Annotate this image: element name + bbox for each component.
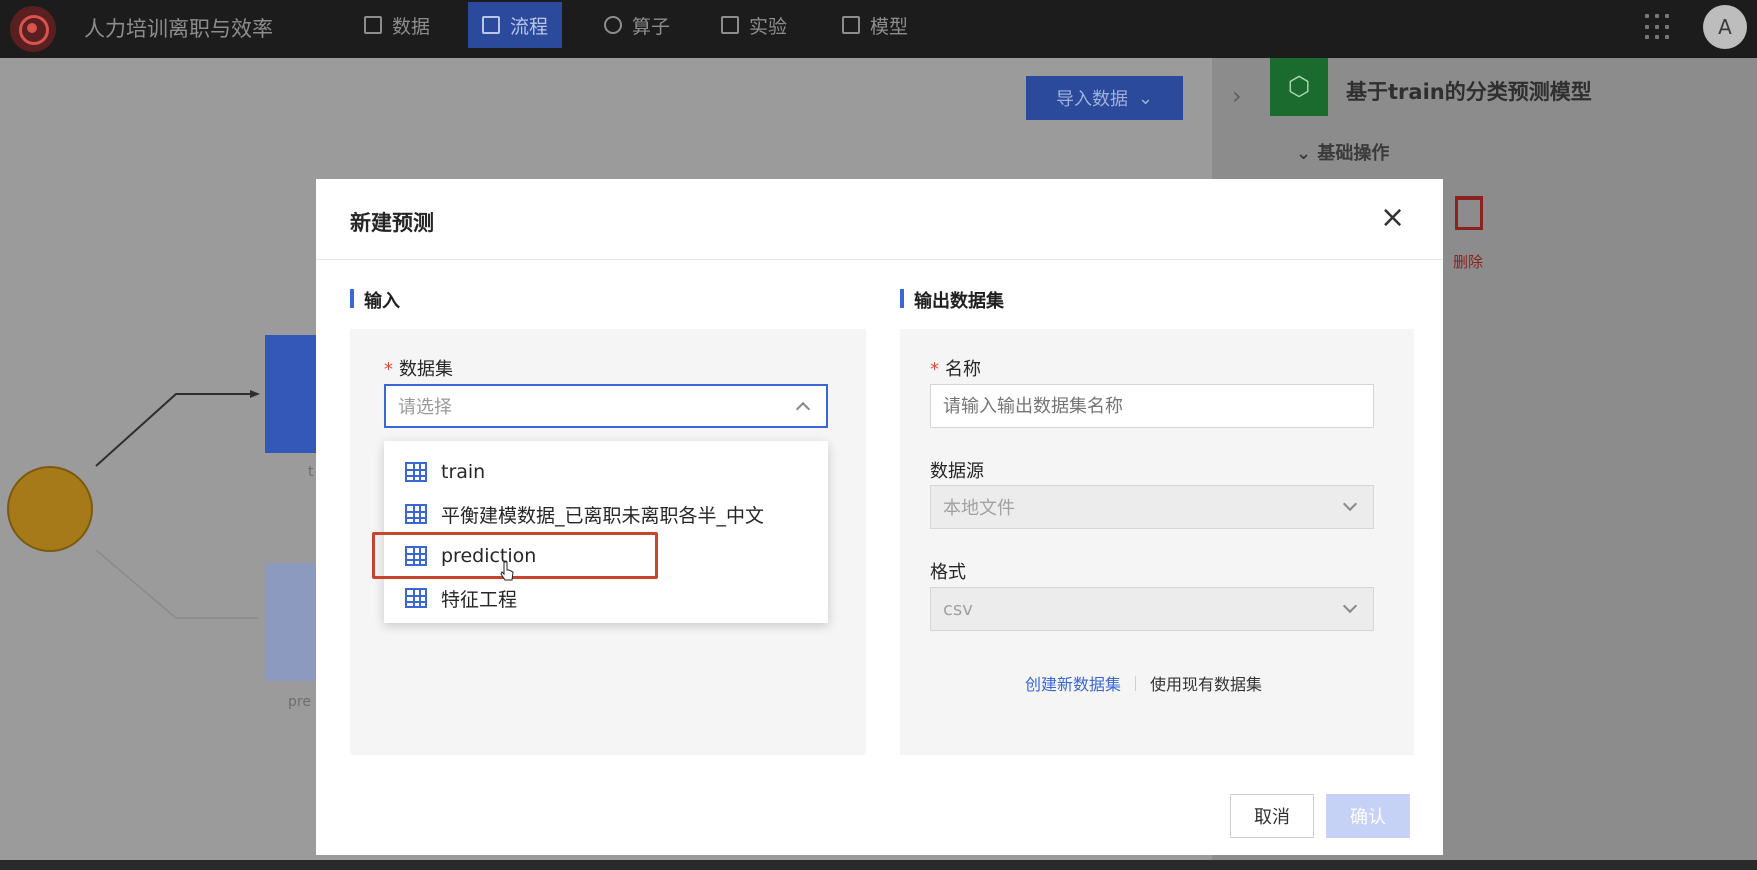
dataset-label-text: 数据集 <box>399 359 453 380</box>
option-label: 特征工程 <box>441 588 518 611</box>
dataset-option-feature-eng[interactable]: 特征工程 <box>384 577 828 619</box>
create-new-dataset-link[interactable]: 创建新数据集 <box>1025 671 1121 695</box>
nav-tab-label: 流程 <box>510 15 549 38</box>
input-section-title: 输入 <box>350 287 400 313</box>
source-select-value: 本地文件 <box>943 498 1015 519</box>
name-label-text: 名称 <box>945 359 981 380</box>
modal-header: 新建预测 × <box>316 179 1443 260</box>
section-basic-ops[interactable]: ⌄ 基础操作 <box>1296 139 1389 165</box>
cube-icon <box>721 16 739 34</box>
app-title: 人力培训离职与效率 <box>84 17 273 41</box>
node-label: pre <box>288 694 311 710</box>
import-data-button[interactable]: 导入数据 ⌄ <box>1026 76 1183 120</box>
format-select[interactable]: csv <box>930 587 1374 631</box>
dataset-label: * 数据集 <box>384 355 453 381</box>
model-node-icon[interactable] <box>7 466 93 552</box>
node-label: t <box>308 464 314 480</box>
bottom-strip <box>0 860 1757 870</box>
option-label: train <box>441 461 486 483</box>
format-label: 格式 <box>930 562 966 583</box>
required-mark: * <box>384 359 393 380</box>
nav-tab-data[interactable]: 数据 <box>350 2 444 48</box>
avatar[interactable]: A <box>1703 5 1747 49</box>
chevron-down-icon: ⌄ <box>1296 143 1312 164</box>
chevron-down-icon <box>1342 496 1358 512</box>
top-nav-bar: 人力培训离职与效率 数据 流程 算子 实验 模型 A <box>0 0 1757 58</box>
dataset-select[interactable]: 请选择 <box>384 384 828 428</box>
table-icon <box>405 504 427 524</box>
operator-icon <box>604 16 622 34</box>
chevron-down-icon <box>1342 598 1358 614</box>
dataset-select-placeholder: 请选择 <box>398 397 452 418</box>
name-label: * 名称 <box>930 355 981 381</box>
close-icon[interactable]: × <box>1380 203 1405 233</box>
section-label: 基础操作 <box>1317 143 1390 164</box>
nav-tab-label: 数据 <box>392 15 431 38</box>
nav-tab-operator[interactable]: 算子 <box>590 2 684 48</box>
chevron-down-icon: ⌄ <box>1137 87 1154 109</box>
import-data-label: 导入数据 <box>1055 89 1128 110</box>
table-icon <box>405 462 427 482</box>
nav-tab-experiment[interactable]: 实验 <box>707 2 801 48</box>
nav-tab-model[interactable]: 模型 <box>828 2 922 48</box>
apps-grid-icon[interactable] <box>1645 14 1671 40</box>
highlight-box <box>372 532 658 579</box>
dataset-mode-links: 创建新数据集 使用现有数据集 <box>1025 671 1262 695</box>
nav-tab-flow[interactable]: 流程 <box>468 2 563 48</box>
table-icon <box>364 16 382 34</box>
confirm-button[interactable]: 确认 <box>1326 794 1410 838</box>
cancel-button[interactable]: 取消 <box>1230 794 1314 838</box>
modal-title: 新建预测 <box>350 211 434 235</box>
panel-title: 基于train的分类预测模型 <box>1346 80 1592 104</box>
table-icon <box>405 588 427 608</box>
app-logo[interactable] <box>10 6 56 52</box>
dataset-option-train[interactable]: train <box>384 451 828 493</box>
nav-tab-label: 实验 <box>749 15 788 38</box>
dataset-node-train[interactable] <box>265 335 321 453</box>
output-section-title: 输出数据集 <box>900 287 1004 313</box>
nav-tab-label: 模型 <box>870 15 909 38</box>
save-icon <box>842 16 860 34</box>
flow-icon <box>482 16 500 34</box>
source-label: 数据源 <box>930 461 984 482</box>
chevron-up-icon <box>795 401 811 417</box>
dataset-option-balanced[interactable]: 平衡建模数据_已离职未离职各半_中文 <box>384 493 828 535</box>
output-name-input[interactable] <box>930 384 1374 428</box>
required-mark: * <box>930 359 939 380</box>
format-select-value: csv <box>943 598 973 620</box>
option-label: 平衡建模数据_已离职未离职各半_中文 <box>441 504 765 527</box>
chevron-right-icon[interactable]: › <box>1232 82 1242 110</box>
use-existing-dataset-link[interactable]: 使用现有数据集 <box>1150 671 1262 695</box>
source-select[interactable]: 本地文件 <box>930 485 1374 529</box>
divider <box>1135 675 1137 691</box>
dataset-node-prediction[interactable] <box>265 563 321 681</box>
trash-icon[interactable] <box>1455 196 1483 230</box>
delete-label: 删除 <box>1453 253 1484 271</box>
cube-icon: ⬡ <box>1270 58 1328 116</box>
hand-cursor-icon <box>500 561 514 581</box>
nav-tab-label: 算子 <box>632 15 671 38</box>
